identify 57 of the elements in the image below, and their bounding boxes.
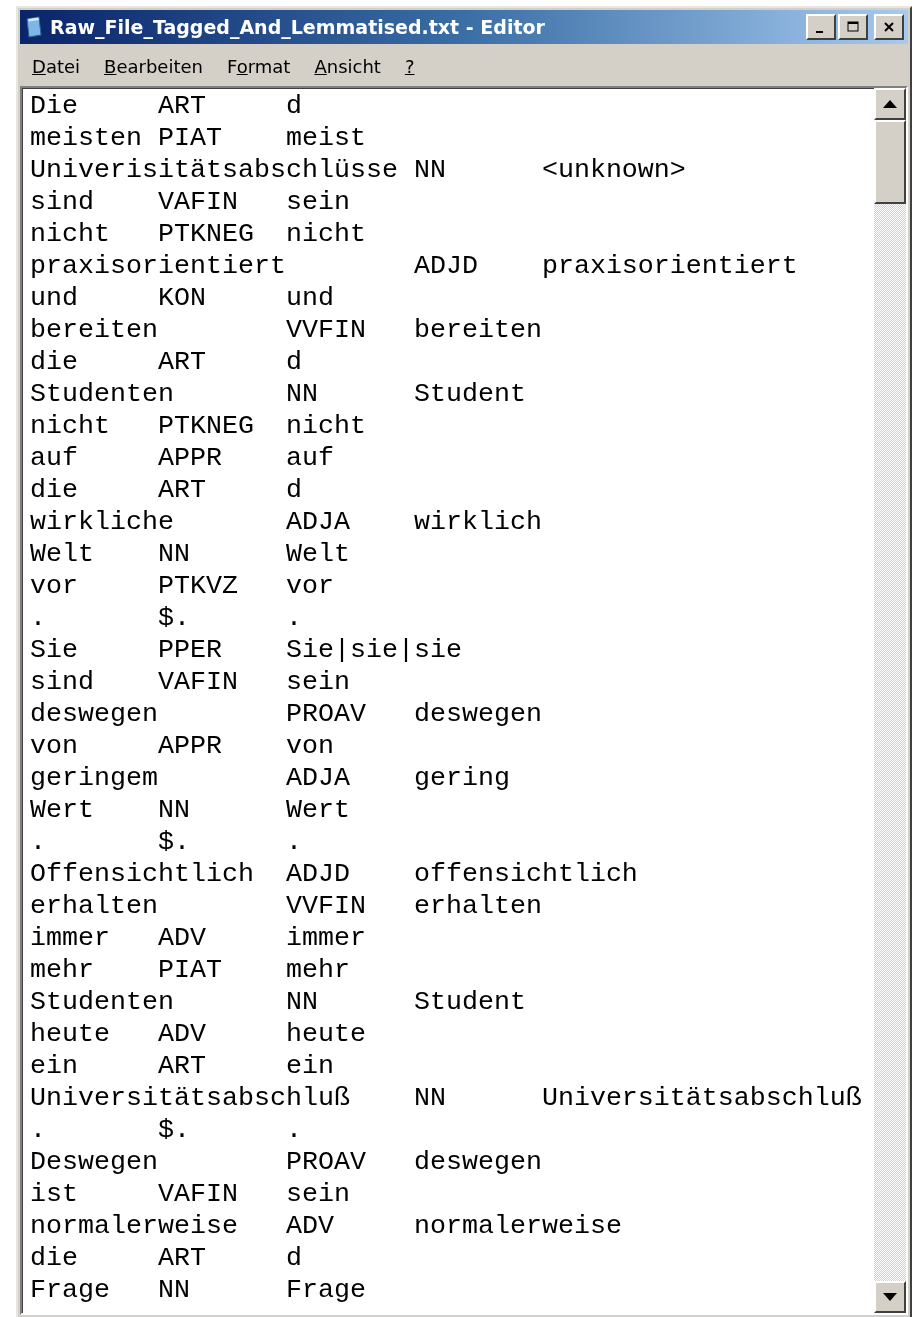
text-line: praxisorientiert ADJD praxisorientiert xyxy=(30,250,799,282)
maximize-button[interactable] xyxy=(838,14,868,40)
scroll-thumb[interactable] xyxy=(874,120,906,204)
text-line: sind VAFIN sein xyxy=(30,666,351,698)
menu-item[interactable]: Datei xyxy=(32,56,81,77)
menu-item[interactable]: Bearbeiten xyxy=(104,56,203,77)
text-line: deswegen PROAV deswegen xyxy=(30,698,543,730)
text-line: ist VAFIN sein xyxy=(30,1178,351,1210)
minimize-button[interactable] xyxy=(806,14,836,40)
text-line: vor PTKVZ vor xyxy=(30,570,335,602)
text-line: Studenten NN Student xyxy=(30,378,527,410)
text-line: bereiten VVFIN bereiten xyxy=(30,314,543,346)
text-line: nicht PTKNEG nicht xyxy=(30,410,367,442)
text-line: die ART d xyxy=(30,474,303,506)
close-icon xyxy=(882,21,896,33)
text-line: ein ART ein xyxy=(30,1050,335,1082)
text-line: . $. . xyxy=(30,1114,303,1146)
maximize-icon xyxy=(846,21,860,33)
text-line: wirkliche ADJA wirklich xyxy=(30,506,543,538)
text-line: Die ART d xyxy=(30,90,303,122)
text-line: Studenten NN Student xyxy=(30,986,527,1018)
text-line: . $. . xyxy=(30,826,303,858)
text-line: Univerisitätsabschlüsse NN <unknown> xyxy=(30,154,687,186)
close-button[interactable] xyxy=(874,14,904,40)
text-line: meisten PIAT meist xyxy=(30,122,367,154)
text-line: die ART d xyxy=(30,346,303,378)
down-arrow-icon xyxy=(883,1293,897,1301)
text-line: Universitätsabschluß NN Universitätsabschluß xyxy=(30,1082,863,1114)
menu-item[interactable]: ? xyxy=(404,56,415,77)
text-line: geringem ADJA gering xyxy=(30,762,511,794)
notepad-icon xyxy=(24,16,44,38)
text-line: Sie PPER Sie|sie|sie xyxy=(30,634,463,666)
text-line: sind VAFIN sein xyxy=(30,186,351,218)
text-line: Deswegen PROAV deswegen xyxy=(30,1146,543,1178)
scroll-down-button[interactable] xyxy=(874,1281,906,1313)
text-line: und KON und xyxy=(30,282,335,314)
window-title: Raw_File_Tagged_And_Lemmatised.txt - Editor xyxy=(50,16,546,38)
text-line: nicht PTKNEG nicht xyxy=(30,218,367,250)
menu-item[interactable]: Format xyxy=(226,56,291,77)
minimize-icon xyxy=(815,31,823,33)
vertical-scrollbar[interactable] xyxy=(874,88,906,1313)
text-line: Frage NN Frage xyxy=(30,1274,367,1306)
text-line: auf APPR auf xyxy=(30,442,335,474)
text-line: Offensichtlich ADJD offensichtlich xyxy=(30,858,639,890)
text-line: die ART d xyxy=(30,1242,303,1274)
text-line: immer ADV immer xyxy=(30,922,367,954)
text-line: normalerweise ADV normalerweise xyxy=(30,1210,623,1242)
text-line: . $. . xyxy=(30,602,303,634)
text-line: heute ADV heute xyxy=(30,1018,367,1050)
scroll-up-button[interactable] xyxy=(874,88,906,120)
text-line: erhalten VVFIN erhalten xyxy=(30,890,543,922)
menu-item[interactable]: Ansicht xyxy=(314,56,381,77)
up-arrow-icon xyxy=(883,100,897,108)
text-line: mehr PIAT mehr xyxy=(30,954,351,986)
text-line: von APPR von xyxy=(30,730,335,762)
text-line: Wert NN Wert xyxy=(30,794,351,826)
text-line: Welt NN Welt xyxy=(30,538,351,570)
